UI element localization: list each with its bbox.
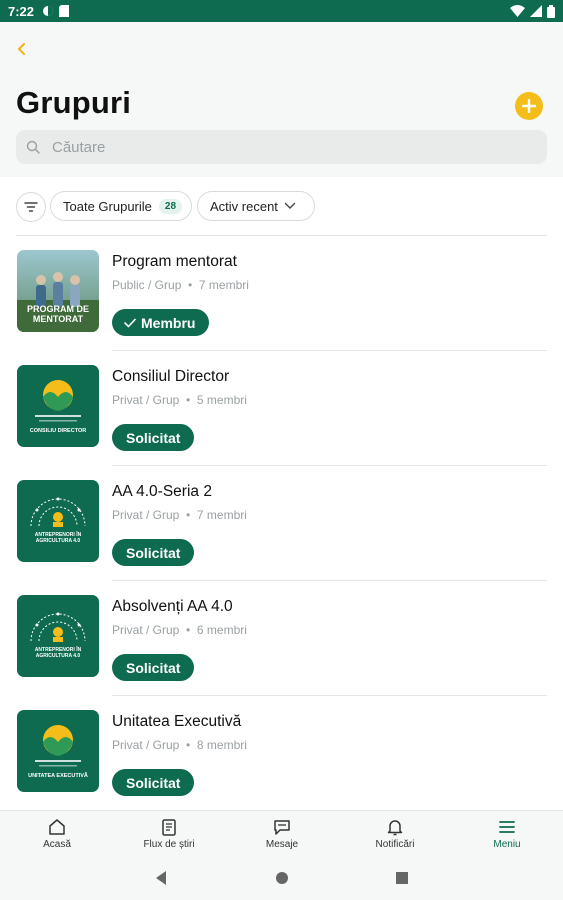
requested-status-button[interactable]: Solicitat	[112, 424, 195, 451]
group-members: 8 membri	[196, 738, 247, 752]
list-item[interactable]: CONSILIU DIRECTOR Consiliul Director Pri…	[0, 351, 563, 466]
svg-text:AGRICULTURA 4.0: AGRICULTURA 4.0	[36, 653, 81, 659]
group-members: 5 membri	[196, 393, 247, 407]
svg-text:MENTORAT: MENTORAT	[33, 314, 84, 324]
add-icon	[522, 99, 536, 113]
group-privacy: Privat / Grup	[112, 508, 180, 522]
menu-icon	[499, 821, 515, 833]
group-thumbnail-logo: ANTREPRENORI ÎN AGRICULTURA 4.0	[17, 480, 99, 562]
home-icon	[49, 819, 65, 835]
svg-text:PROGRAM DE: PROGRAM DE	[27, 304, 89, 314]
status-bar: 7:22	[0, 0, 563, 22]
sim-card-icon	[59, 5, 70, 17]
header: Grupuri	[0, 22, 563, 177]
search-bar[interactable]	[16, 130, 547, 164]
all-groups-label: Toate Grupurile	[63, 198, 152, 214]
nav-feed-label: Flux de știri	[143, 839, 195, 850]
group-name: Consiliul Director	[112, 368, 230, 385]
group-meta: Privat / Grup • 5 membri	[112, 393, 247, 407]
status-label: Solicitat	[126, 774, 181, 791]
bell-icon	[387, 820, 403, 836]
nav-menu-label: Meniu	[493, 839, 521, 850]
check-icon	[124, 318, 136, 327]
nav-notifications[interactable]: Notificări	[355, 817, 435, 850]
group-privacy: Privat / Grup	[112, 738, 180, 752]
signal-icon	[530, 5, 542, 17]
bottom-nav: Acasă Flux de știri Mesaje Notificări Me…	[0, 810, 563, 857]
back-triangle-icon[interactable]	[154, 870, 168, 886]
filter-icon	[24, 202, 38, 212]
recents-square-icon[interactable]	[395, 870, 409, 886]
filter-bar: Toate Grupurile 28 Activ recent	[0, 178, 563, 236]
requested-status-button[interactable]: Solicitat	[112, 769, 195, 796]
nav-messages[interactable]: Mesaje	[242, 817, 322, 850]
group-meta: Privat / Grup • 8 membri	[112, 738, 247, 752]
messages-icon	[274, 820, 290, 835]
status-app-icon	[43, 6, 54, 16]
svg-text:UNITATEA EXECUTIVĂ: UNITATEA EXECUTIVĂ	[28, 772, 88, 779]
group-members: 7 membri	[196, 508, 247, 522]
group-thumbnail-logo: ANTREPRENORI ÎN AGRICULTURA 4.0	[17, 595, 99, 677]
svg-text:ANTREPRENORI ÎN: ANTREPRENORI ÎN	[35, 530, 82, 538]
chevron-down-icon	[284, 202, 296, 209]
nav-home[interactable]: Acasă	[17, 817, 97, 850]
status-label: Membru	[141, 314, 196, 331]
nav-home-label: Acasă	[43, 839, 71, 850]
status-label: Solicitat	[126, 659, 181, 676]
system-nav-bar	[0, 856, 563, 900]
svg-text:AGRICULTURA 4.0: AGRICULTURA 4.0	[36, 538, 81, 544]
group-name: AA 4.0-Seria 2	[112, 483, 212, 500]
nav-messages-label: Mesaje	[265, 839, 299, 850]
search-icon	[26, 140, 40, 154]
group-meta: Public / Grup • 7 membri	[112, 278, 249, 292]
battery-icon	[547, 4, 555, 18]
sort-label: Activ recent	[210, 198, 278, 214]
svg-text:ANTREPRENORI ÎN: ANTREPRENORI ÎN	[35, 645, 82, 653]
all-groups-chip[interactable]: Toate Grupurile 28	[50, 191, 192, 221]
group-privacy: Public / Grup	[112, 278, 182, 292]
list-item[interactable]: UNITATEA EXECUTIVĂ Unitatea Executivă Pr…	[0, 696, 563, 811]
requested-status-button[interactable]: Solicitat	[112, 539, 195, 566]
all-groups-count-badge: 28	[158, 198, 183, 214]
group-meta: Privat / Grup • 6 membri	[112, 623, 247, 637]
search-input[interactable]	[50, 137, 534, 157]
group-name: Absolvenți AA 4.0	[112, 598, 233, 615]
status-label: Solicitat	[126, 429, 181, 446]
page-title: Grupuri	[16, 85, 132, 120]
nav-notifications-label: Notificări	[375, 839, 415, 850]
list-item[interactable]: ANTREPRENORI ÎN AGRICULTURA 4.0 AA 4.0-S…	[0, 466, 563, 581]
group-list: PROGRAM DE MENTORAT Program mentorat Pub…	[0, 236, 563, 811]
group-privacy: Privat / Grup	[112, 623, 180, 637]
nav-menu[interactable]: Meniu	[467, 817, 547, 850]
group-members: 7 membri	[198, 278, 249, 292]
back-icon[interactable]	[12, 39, 32, 59]
nav-feed[interactable]: Flux de știri	[129, 817, 209, 850]
list-item[interactable]: ANTREPRENORI ÎN AGRICULTURA 4.0 Absolven…	[0, 581, 563, 696]
group-name: Program mentorat	[112, 253, 237, 270]
filter-button[interactable]	[16, 192, 46, 222]
home-circle-icon[interactable]	[275, 870, 289, 886]
sort-dropdown[interactable]: Activ recent	[197, 191, 315, 221]
feed-icon	[162, 819, 176, 836]
status-label: Solicitat	[126, 544, 181, 561]
group-name: Unitatea Executivă	[112, 713, 242, 730]
list-item[interactable]: PROGRAM DE MENTORAT Program mentorat Pub…	[0, 236, 563, 351]
wifi-icon	[510, 5, 525, 17]
requested-status-button[interactable]: Solicitat	[112, 654, 195, 681]
member-status-button[interactable]: Membru	[112, 309, 210, 336]
group-members: 6 membri	[196, 623, 247, 637]
group-privacy: Privat / Grup	[112, 393, 180, 407]
group-thumbnail-logo: UNITATEA EXECUTIVĂ	[17, 710, 99, 792]
group-meta: Privat / Grup • 7 membri	[112, 508, 247, 522]
group-thumbnail-logo: CONSILIU DIRECTOR	[17, 365, 99, 447]
group-thumbnail-photo: PROGRAM DE MENTORAT	[17, 250, 99, 332]
add-group-button[interactable]	[515, 92, 543, 120]
svg-text:CONSILIU DIRECTOR: CONSILIU DIRECTOR	[30, 428, 86, 434]
status-time: 7:22	[8, 3, 35, 19]
